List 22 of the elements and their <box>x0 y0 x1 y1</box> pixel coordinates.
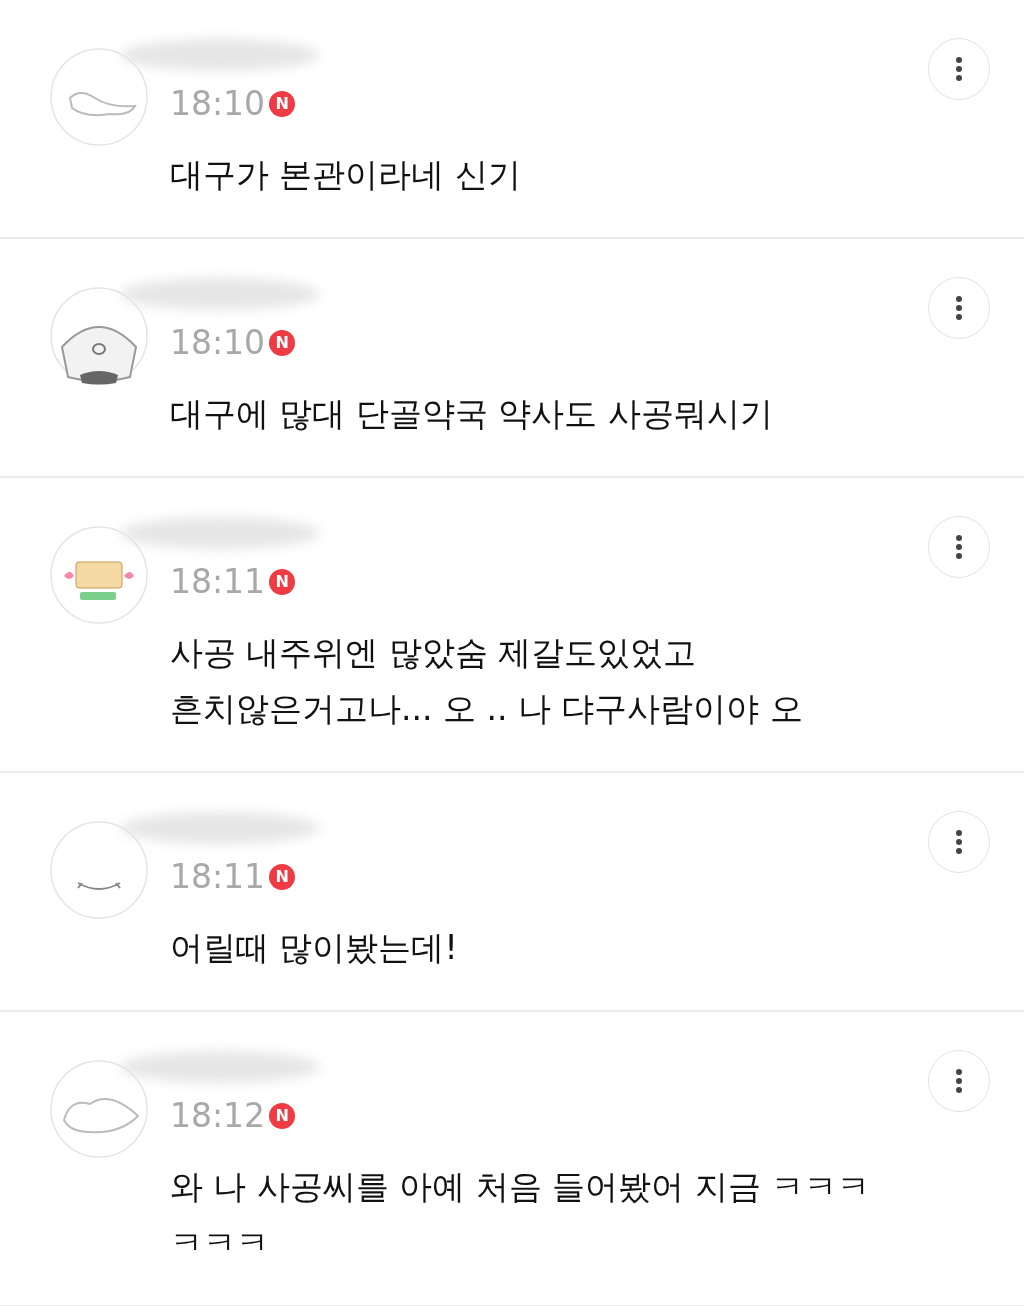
more-icon <box>955 295 963 321</box>
comment-text: 어릴때 많이봤는데! <box>170 927 459 969</box>
more-icon <box>955 534 963 560</box>
comment-time: 18:11 <box>170 562 266 601</box>
more-icon <box>955 1068 963 1094</box>
comment-text: 대구가 본관이라네 신기 <box>170 154 522 196</box>
comment-time: 18:11 <box>170 857 266 896</box>
comment-text: 흔치않은거고나... 오 .. 나 댜구사람이야 오 <box>170 688 804 730</box>
comment-text: 와 나 사공씨를 아예 처음 들어봤어 지금 ㅋㅋㅋ <box>170 1166 872 1208</box>
comment-text: ㅋㅋㅋ <box>170 1222 270 1264</box>
new-badge: N <box>269 863 296 890</box>
new-badge: N <box>269 90 296 117</box>
more-icon <box>955 56 963 82</box>
comment-time: 18:10 <box>170 84 266 123</box>
comment-time: 18:10 <box>170 323 266 362</box>
comment-text: 대구에 많대 단골약국 약사도 사공뭐시기 <box>170 393 774 435</box>
comment-text: 사공 내주위엔 많았숨 제갈도있었고 <box>170 632 698 674</box>
new-badge: N <box>269 329 296 356</box>
new-badge: N <box>269 568 296 595</box>
comment-time: 18:12 <box>170 1096 266 1135</box>
new-badge: N <box>269 1102 296 1129</box>
more-icon <box>955 829 963 855</box>
